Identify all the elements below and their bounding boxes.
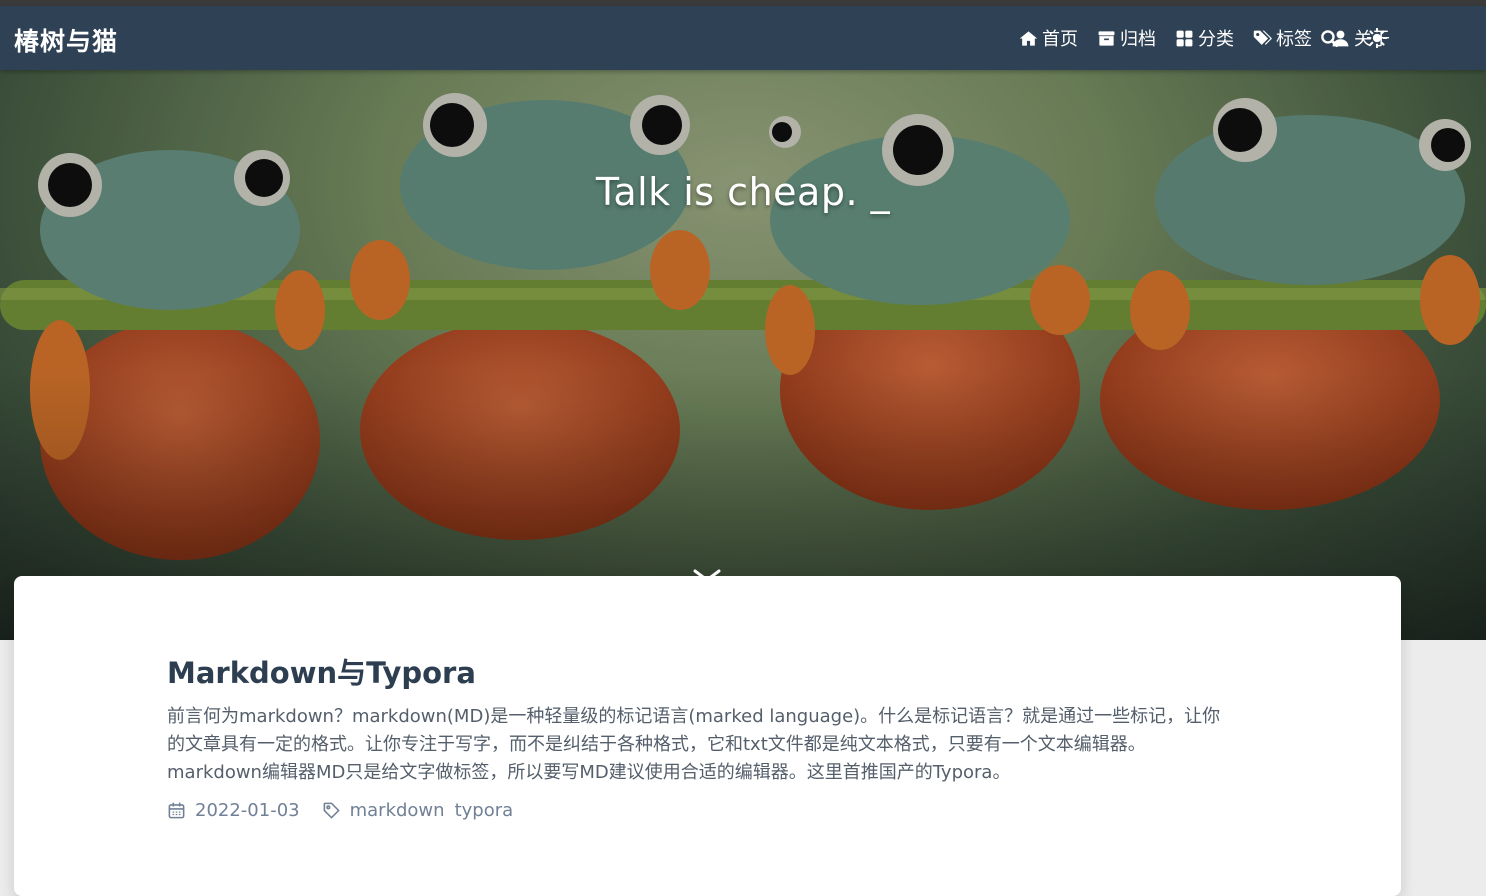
home-icon [1019,30,1038,46]
post-list-card: Markdown与Typora 前言何为markdown？markdown(MD… [14,576,1401,896]
nav-item-label: 首页 [1042,29,1078,50]
hero-banner: Talk is cheap. _ [0,70,1486,640]
hero-frogs-image [0,70,1486,640]
theme-toggle-button[interactable] [1367,28,1387,48]
post-tag-link[interactable]: typora [455,800,514,821]
search-button[interactable] [1319,28,1339,48]
nav-item-home[interactable]: 首页 [1019,25,1078,51]
calendar-icon [168,802,185,819]
search-icon [1320,29,1338,47]
post-meta: 2022-01-03 markdown typora [167,800,523,821]
post-excerpt[interactable]: 前言何为markdown？markdown(MD)是一种轻量级的标记语言(mar… [167,703,1235,787]
sun-icon [1367,28,1387,48]
site-brand[interactable]: 椿树与猫 [14,22,118,58]
nav-item-category[interactable]: 分类 [1175,25,1234,51]
tag-icon [323,802,340,819]
post-title[interactable]: Markdown与Typora [167,650,476,692]
category-icon [1176,30,1193,46]
nav-item-label: 分类 [1198,29,1234,50]
archive-icon [1098,30,1115,46]
post-date: 2022-01-03 [195,800,300,821]
nav-item-tags[interactable]: 标签 [1253,25,1312,51]
nav-item-label: 标签 [1276,29,1312,50]
nav-item-label: 归档 [1120,29,1156,50]
tags-icon [1253,30,1272,45]
post-tag-link[interactable]: markdown [350,800,445,821]
nav-item-archive[interactable]: 归档 [1097,25,1156,51]
navbar: 椿树与猫 首页 归档 分类 标签 关于 [0,6,1486,70]
hero-slogan: Talk is cheap. _ [595,170,891,214]
